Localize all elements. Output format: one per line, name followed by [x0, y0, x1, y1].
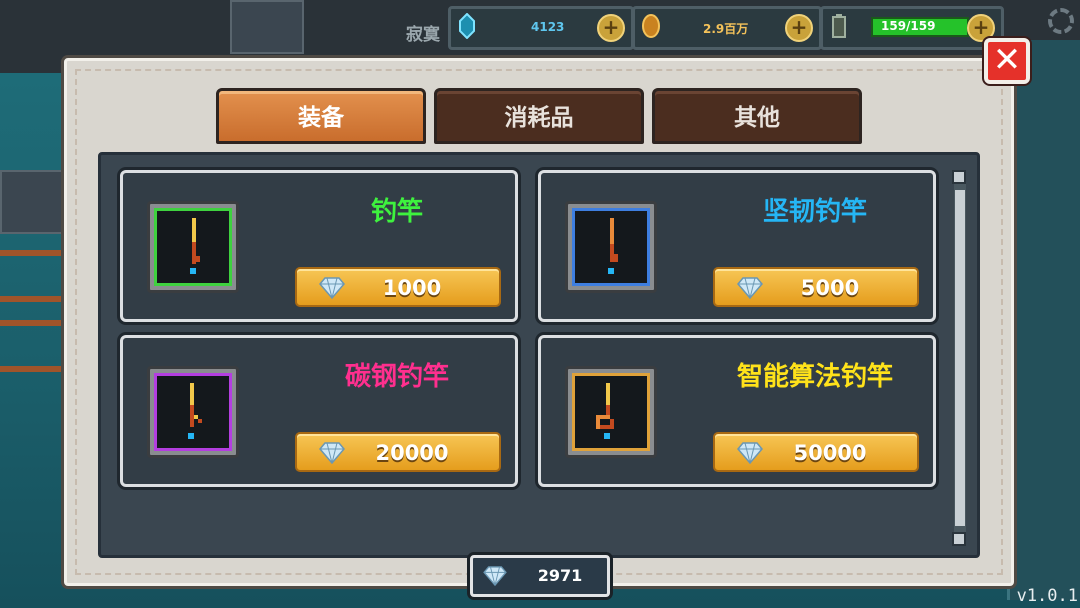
- gold-count: 2.9百万: [703, 22, 749, 36]
- gear-icon[interactable]: [1048, 8, 1074, 34]
- background-building: [230, 0, 304, 54]
- close-icon[interactable]: ✕: [984, 38, 1030, 84]
- battery-icon: [832, 14, 846, 38]
- item-slot: [147, 366, 239, 458]
- version-label: v1.0.1: [1016, 586, 1078, 606]
- diamond-balance: 2971: [470, 555, 610, 597]
- gem-count: 4123: [531, 20, 565, 34]
- item-slot: [565, 366, 657, 458]
- item-card-tough-fishing-rod[interactable]: 坚韧钓竿 5000: [538, 170, 936, 322]
- fishing-rod-icon: [608, 218, 618, 274]
- item-price: 20000: [375, 441, 449, 465]
- background-scaffold-lower: [0, 320, 70, 372]
- fishing-rod-icon: [190, 218, 200, 274]
- tab-consumables[interactable]: 消耗品: [434, 88, 644, 144]
- item-card-carbon-steel-fishing-rod[interactable]: 碳钢钓竿 20000: [120, 335, 518, 487]
- diamond-icon: [483, 566, 507, 586]
- fishing-rod-icon: [188, 383, 202, 439]
- background-scaffold: [0, 250, 70, 302]
- add-gold-button[interactable]: +: [785, 14, 813, 42]
- gold-counter: 2.9百万 +: [632, 6, 822, 50]
- item-price: 1000: [382, 276, 442, 300]
- buy-button[interactable]: 20000: [295, 432, 501, 472]
- scroll-down-arrow[interactable]: [952, 532, 966, 546]
- fishing-rod-icon: [596, 383, 614, 439]
- tab-equipment[interactable]: 装备: [216, 88, 426, 144]
- energy-count: 159/159: [881, 19, 936, 33]
- buy-button[interactable]: 5000: [713, 267, 919, 307]
- background-crate: [0, 170, 64, 234]
- gem-counter: 4123 +: [448, 6, 634, 50]
- item-slot: [147, 201, 239, 293]
- item-card-smart-algorithm-fishing-rod[interactable]: 智能算法钓竿 50000: [538, 335, 936, 487]
- player-name: 寂寞: [406, 25, 440, 45]
- crystal-icon: [459, 13, 475, 39]
- item-price: 5000: [800, 276, 860, 300]
- item-price: 50000: [793, 441, 867, 465]
- energy-counter: 159/159 +: [820, 6, 1004, 50]
- gold-coin-icon: [642, 14, 660, 38]
- item-slot: [565, 201, 657, 293]
- buy-button[interactable]: 1000: [295, 267, 501, 307]
- diamond-balance-value: 2971: [537, 566, 583, 585]
- background-wall: [1007, 40, 1080, 600]
- item-card-fishing-rod[interactable]: 钓竿 1000: [120, 170, 518, 322]
- scroll-up-arrow[interactable]: [952, 170, 966, 184]
- item-name: 智能算法钓竿: [736, 362, 893, 392]
- item-name: 坚韧钓竿: [762, 197, 867, 227]
- scrollbar-thumb[interactable]: [955, 190, 965, 526]
- buy-button[interactable]: 50000: [713, 432, 919, 472]
- item-name: 钓竿: [370, 197, 423, 227]
- item-name: 碳钢钓竿: [344, 362, 449, 392]
- add-gems-button[interactable]: +: [597, 14, 625, 42]
- tab-other[interactable]: 其他: [652, 88, 862, 144]
